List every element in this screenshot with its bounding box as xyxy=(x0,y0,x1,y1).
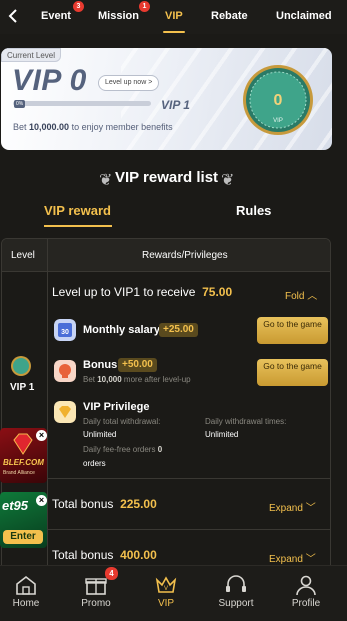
row-divider xyxy=(2,478,330,479)
row2-title: Total bonus 225.00 xyxy=(52,497,157,511)
bottom-navigation: Home Promo 4 V VIP Support Profile xyxy=(0,565,347,621)
coin-vip-text: VIP xyxy=(273,118,283,124)
bonus-requirement: Bet 10,000 more after level-up xyxy=(83,375,191,384)
bonus-label: Bonus xyxy=(83,359,118,371)
monthly-salary-label: Monthly salary xyxy=(83,324,161,336)
row-level-vip1: VIP 1 xyxy=(10,382,35,393)
monthly-go-to-game-button[interactable]: Go to the game xyxy=(257,317,328,344)
chevron-up-icon: ︿ xyxy=(307,291,318,302)
row-divider xyxy=(2,529,330,530)
row3-expand-toggle[interactable]: Expand ﹀ xyxy=(269,550,316,565)
headset-icon xyxy=(226,575,246,592)
chevron-down-icon: ﹀ xyxy=(305,503,316,514)
event-badge: 3 xyxy=(73,1,84,12)
nav-vip[interactable]: V VIP xyxy=(136,566,196,621)
tab-rebate[interactable]: Rebate xyxy=(211,10,248,22)
vip-coin-icon: 0 VIP xyxy=(243,65,313,135)
bonus-amount: +50.00 xyxy=(118,358,157,372)
trophy-icon xyxy=(54,360,76,382)
svg-text:30: 30 xyxy=(61,329,69,336)
current-level-label: Current Level xyxy=(1,48,62,62)
ad1-close-icon[interactable]: × xyxy=(36,430,47,441)
vip-progress-bar xyxy=(13,101,151,106)
monthly-salary-amount: +25.00 xyxy=(159,323,198,337)
row3-title: Total bonus 400.00 xyxy=(52,548,157,562)
vip-reward-table: Level Rewards/Privileges VIP 1 Level up … xyxy=(1,238,331,578)
bonus-go-to-game-button[interactable]: Go to the game xyxy=(257,359,328,386)
gift-icon xyxy=(85,578,107,595)
next-vip-level: VIP 1 xyxy=(161,98,190,112)
nav-promo[interactable]: Promo 4 xyxy=(66,566,126,621)
daily-withdrawal-times-label: Daily withdrawal times: xyxy=(205,417,287,426)
column-divider xyxy=(47,239,48,577)
person-icon xyxy=(296,575,316,596)
top-tab-bar: Event 3 Mission 1 VIP Rebate Unclaimed xyxy=(0,0,347,34)
coin-level-text: 0 xyxy=(274,92,283,109)
chevron-down-icon: ﹀ xyxy=(305,554,316,565)
tab-vip-reward[interactable]: VIP reward xyxy=(44,203,111,218)
row2-expand-toggle[interactable]: Expand ﹀ xyxy=(269,499,316,514)
fee-free-orders: Daily fee-free orders 0 xyxy=(83,445,163,454)
tab-vip[interactable]: VIP xyxy=(165,10,183,22)
col-rewards-header: Rewards/Privileges xyxy=(142,250,228,261)
back-arrow-icon[interactable] xyxy=(6,8,20,24)
mission-badge: 1 xyxy=(139,1,150,12)
daily-withdrawal-times-value: Unlimited xyxy=(205,430,239,439)
reward-list-title: VIP reward list xyxy=(114,169,219,186)
ad2-enter-button[interactable]: Enter xyxy=(3,530,43,544)
progress-percent: 0% xyxy=(14,100,26,108)
vip-level-card: Current Level VIP 0 Level up now > 0% VI… xyxy=(1,48,332,150)
row1-title: Level up to VIP1 to receive 75.00 xyxy=(52,285,233,299)
ruby-icon xyxy=(13,433,33,455)
col-level-header: Level xyxy=(11,250,35,261)
crown-icon: V xyxy=(155,576,177,593)
row1-fold-toggle[interactable]: Fold ︿ xyxy=(285,287,317,302)
nav-support[interactable]: Support xyxy=(206,566,266,621)
vip1-badge-icon xyxy=(11,356,31,376)
daily-withdrawal-value: Unlimited xyxy=(83,430,117,439)
diamond-icon xyxy=(54,401,76,423)
tab-rules[interactable]: Rules xyxy=(236,203,271,218)
ad2-close-icon[interactable]: × xyxy=(36,495,47,506)
tab-unclaimed[interactable]: Unclaimed xyxy=(276,10,332,22)
bet-requirement: Bet 10,000.00 to enjoy member benefits xyxy=(13,122,173,132)
promo-badge: 4 xyxy=(105,567,118,580)
table-header: Level Rewards/Privileges xyxy=(2,239,330,272)
subtab-active-indicator xyxy=(44,225,112,227)
ad2-brand-text: et95 xyxy=(2,498,29,513)
tab-active-indicator xyxy=(163,31,185,33)
daily-withdrawal-label: Daily total withdrawal: xyxy=(83,417,161,426)
svg-text:V: V xyxy=(164,586,168,592)
vip-privilege-label: VIP Privilege xyxy=(83,401,150,413)
laurel-right-icon: ❦ xyxy=(221,172,235,189)
tab-event[interactable]: Event xyxy=(41,10,71,22)
ad1-sub-text: Brand Alliance xyxy=(3,470,35,476)
ad1-brand-text: BLEF.COM xyxy=(3,458,44,467)
nav-home[interactable]: Home xyxy=(0,566,56,621)
vip-level-title: VIP 0 xyxy=(12,64,87,97)
home-icon xyxy=(16,575,36,595)
nav-profile[interactable]: Profile xyxy=(276,566,336,621)
tab-mission[interactable]: Mission xyxy=(98,10,139,22)
calendar-icon: 30 xyxy=(54,319,76,341)
fee-free-orders-unit: orders xyxy=(83,459,106,468)
level-up-button[interactable]: Level up now > xyxy=(98,75,160,91)
